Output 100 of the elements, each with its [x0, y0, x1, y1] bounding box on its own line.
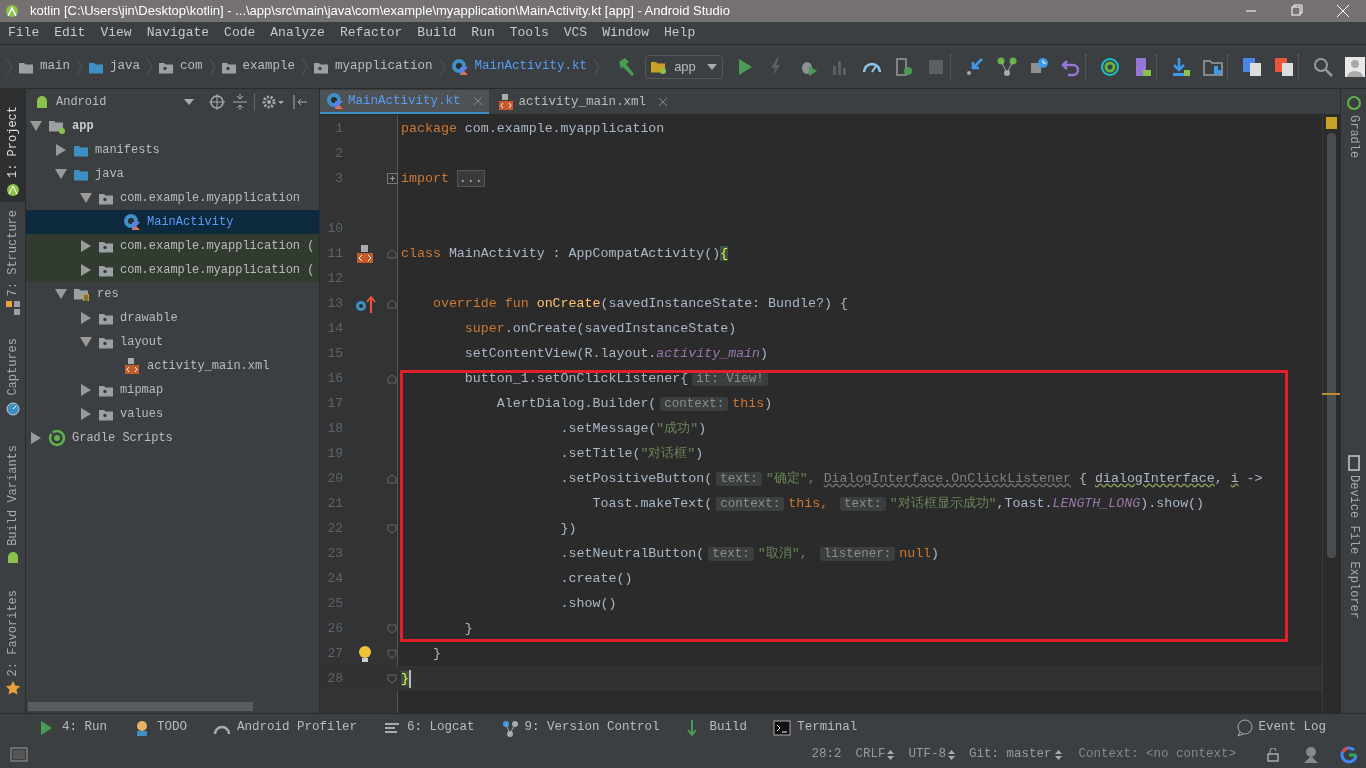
expanded-arrow-icon[interactable]: [55, 288, 67, 300]
context-indicator[interactable]: Context: <no context>: [1078, 745, 1236, 764]
editor-tab[interactable]: activity_main.xml: [490, 90, 675, 114]
menu-item[interactable]: Help: [663, 23, 697, 43]
kotlin-class-icon[interactable]: [326, 92, 344, 110]
tree-item[interactable]: manifests: [26, 138, 319, 162]
breadcrumb-item[interactable]: com: [158, 57, 203, 76]
tree-item[interactable]: app: [26, 114, 319, 138]
xml-file-icon[interactable]: [496, 93, 515, 111]
tree-item[interactable]: mipmap: [26, 378, 319, 402]
collapsed-arrow-icon[interactable]: [55, 144, 67, 156]
package-folder-icon[interactable]: [98, 239, 114, 253]
breadcrumb-item[interactable]: MainActivity.kt: [450, 57, 588, 76]
cursor-position[interactable]: 28:2: [811, 745, 842, 764]
user-avatar-icon[interactable]: [1344, 55, 1366, 78]
expanded-arrow-icon[interactable]: [80, 192, 92, 204]
warning-marker-icon[interactable]: [1325, 117, 1337, 129]
breadcrumb-item[interactable]: main: [18, 57, 70, 76]
git-branch-selector[interactable]: Git: master: [968, 745, 1063, 764]
menu-item[interactable]: Tools: [508, 23, 550, 43]
tree-item[interactable]: MainActivity: [26, 210, 319, 234]
phone-bug-icon[interactable]: [893, 55, 915, 78]
fold-start-icon[interactable]: [387, 248, 397, 259]
android-icon[interactable]: [4, 182, 21, 198]
tool-window-tab[interactable]: Build: [685, 718, 748, 737]
tool-window-tab[interactable]: TODO: [133, 718, 188, 737]
collapsed-arrow-icon[interactable]: [30, 432, 42, 444]
speech-bubble-icon[interactable]: [1236, 718, 1255, 737]
menu-item[interactable]: Window: [601, 23, 650, 43]
tool-window-tab[interactable]: 7: Structure: [0, 202, 25, 320]
project-view-dropdown[interactable]: Android: [34, 92, 194, 111]
caret-icon[interactable]: [184, 98, 194, 105]
sync-icon[interactable]: [1099, 55, 1121, 78]
folder-icon[interactable]: [73, 167, 89, 181]
translate-icon[interactable]: [1241, 55, 1263, 78]
tree-item[interactable]: activity_main.xml: [26, 354, 319, 378]
resource-folder-icon[interactable]: [73, 286, 91, 302]
menu-item[interactable]: VCS: [562, 23, 589, 43]
tool-window-tab[interactable]: 1: Project: [0, 89, 25, 202]
target-icon[interactable]: [208, 92, 226, 111]
scrollbar[interactable]: [28, 701, 253, 711]
collapsed-arrow-icon[interactable]: [80, 384, 92, 396]
collapse-all-icon[interactable]: [232, 92, 248, 111]
collapsed-arrow-icon[interactable]: [80, 240, 92, 252]
gradle-icon[interactable]: [1345, 95, 1362, 111]
run-configuration-dropdown[interactable]: app: [645, 54, 723, 79]
expanded-arrow-icon[interactable]: [30, 120, 42, 132]
tool-window-tab[interactable]: Gradle: [1341, 89, 1366, 179]
up-down-arrows-icon[interactable]: [1055, 748, 1063, 761]
kotlin-class-icon[interactable]: [450, 57, 469, 76]
breadcrumb-item[interactable]: java: [88, 57, 141, 76]
tree-item[interactable]: com.example.myapplication: [26, 186, 319, 210]
fold-expand-icon[interactable]: [387, 173, 398, 184]
close-icon[interactable]: [472, 96, 483, 106]
fold-start-icon[interactable]: [387, 373, 397, 384]
menu-item[interactable]: Analyze: [269, 23, 326, 43]
structure-icon[interactable]: [4, 300, 21, 316]
gradle-sync-icon[interactable]: [48, 429, 66, 447]
tool-window-tab[interactable]: 4: Run: [38, 718, 107, 737]
tool-window-tab[interactable]: 6: Logcat: [383, 718, 475, 737]
encoding-selector[interactable]: UTF-8: [908, 745, 955, 764]
tree-item[interactable]: drawable: [26, 306, 319, 330]
tool-window-tab[interactable]: Device File Explorer: [1341, 179, 1366, 619]
package-folder-icon[interactable]: [98, 335, 114, 349]
menu-item[interactable]: Code: [223, 23, 257, 43]
device-icon[interactable]: [1345, 454, 1362, 471]
stopwatch-icon[interactable]: [4, 400, 21, 416]
tree-item[interactable]: Gradle Scripts: [26, 426, 319, 450]
menu-item[interactable]: View: [99, 23, 133, 43]
vcs-commit-icon[interactable]: [996, 55, 1018, 78]
tool-window-tab[interactable]: Build Variants: [0, 420, 25, 570]
tool-window-tab[interactable]: Captures: [0, 320, 25, 420]
scrollbar[interactable]: [1326, 133, 1336, 558]
collapsed-arrow-icon[interactable]: [80, 408, 92, 420]
inspector-icon[interactable]: [1302, 745, 1320, 764]
breadcrumb-item[interactable]: myapplication: [313, 57, 433, 76]
lightbulb-icon[interactable]: [358, 644, 372, 663]
override-method-icon[interactable]: [354, 293, 376, 314]
menu-item[interactable]: File: [7, 23, 41, 43]
collapsed-arrow-icon[interactable]: [80, 312, 92, 324]
vcs-update-icon[interactable]: [964, 55, 986, 78]
android-studio-logo-icon[interactable]: [4, 3, 20, 19]
panel-toggle-icon[interactable]: [10, 746, 28, 763]
menu-item[interactable]: Edit: [53, 23, 87, 43]
package-folder-icon[interactable]: [98, 311, 114, 325]
tool-window-tab[interactable]: 2: Favorites: [0, 570, 25, 700]
editor-tab[interactable]: MainActivity.kt: [320, 90, 489, 114]
expanded-arrow-icon[interactable]: [80, 336, 92, 348]
tree-item[interactable]: java: [26, 162, 319, 186]
menu-item[interactable]: Refactor: [338, 23, 404, 43]
breadcrumb-item[interactable]: example: [220, 57, 296, 76]
xml-file-icon[interactable]: [123, 357, 141, 375]
branch-icon[interactable]: [500, 718, 519, 737]
star-icon[interactable]: [4, 680, 21, 696]
tree-item[interactable]: com.example.myapplication (: [26, 234, 319, 258]
download-icon[interactable]: [1170, 55, 1192, 78]
up-down-arrows-icon[interactable]: [887, 748, 895, 761]
layout-file-icon[interactable]: [355, 243, 375, 264]
fold-start-icon[interactable]: [387, 298, 397, 309]
expanded-arrow-icon[interactable]: [55, 168, 67, 180]
